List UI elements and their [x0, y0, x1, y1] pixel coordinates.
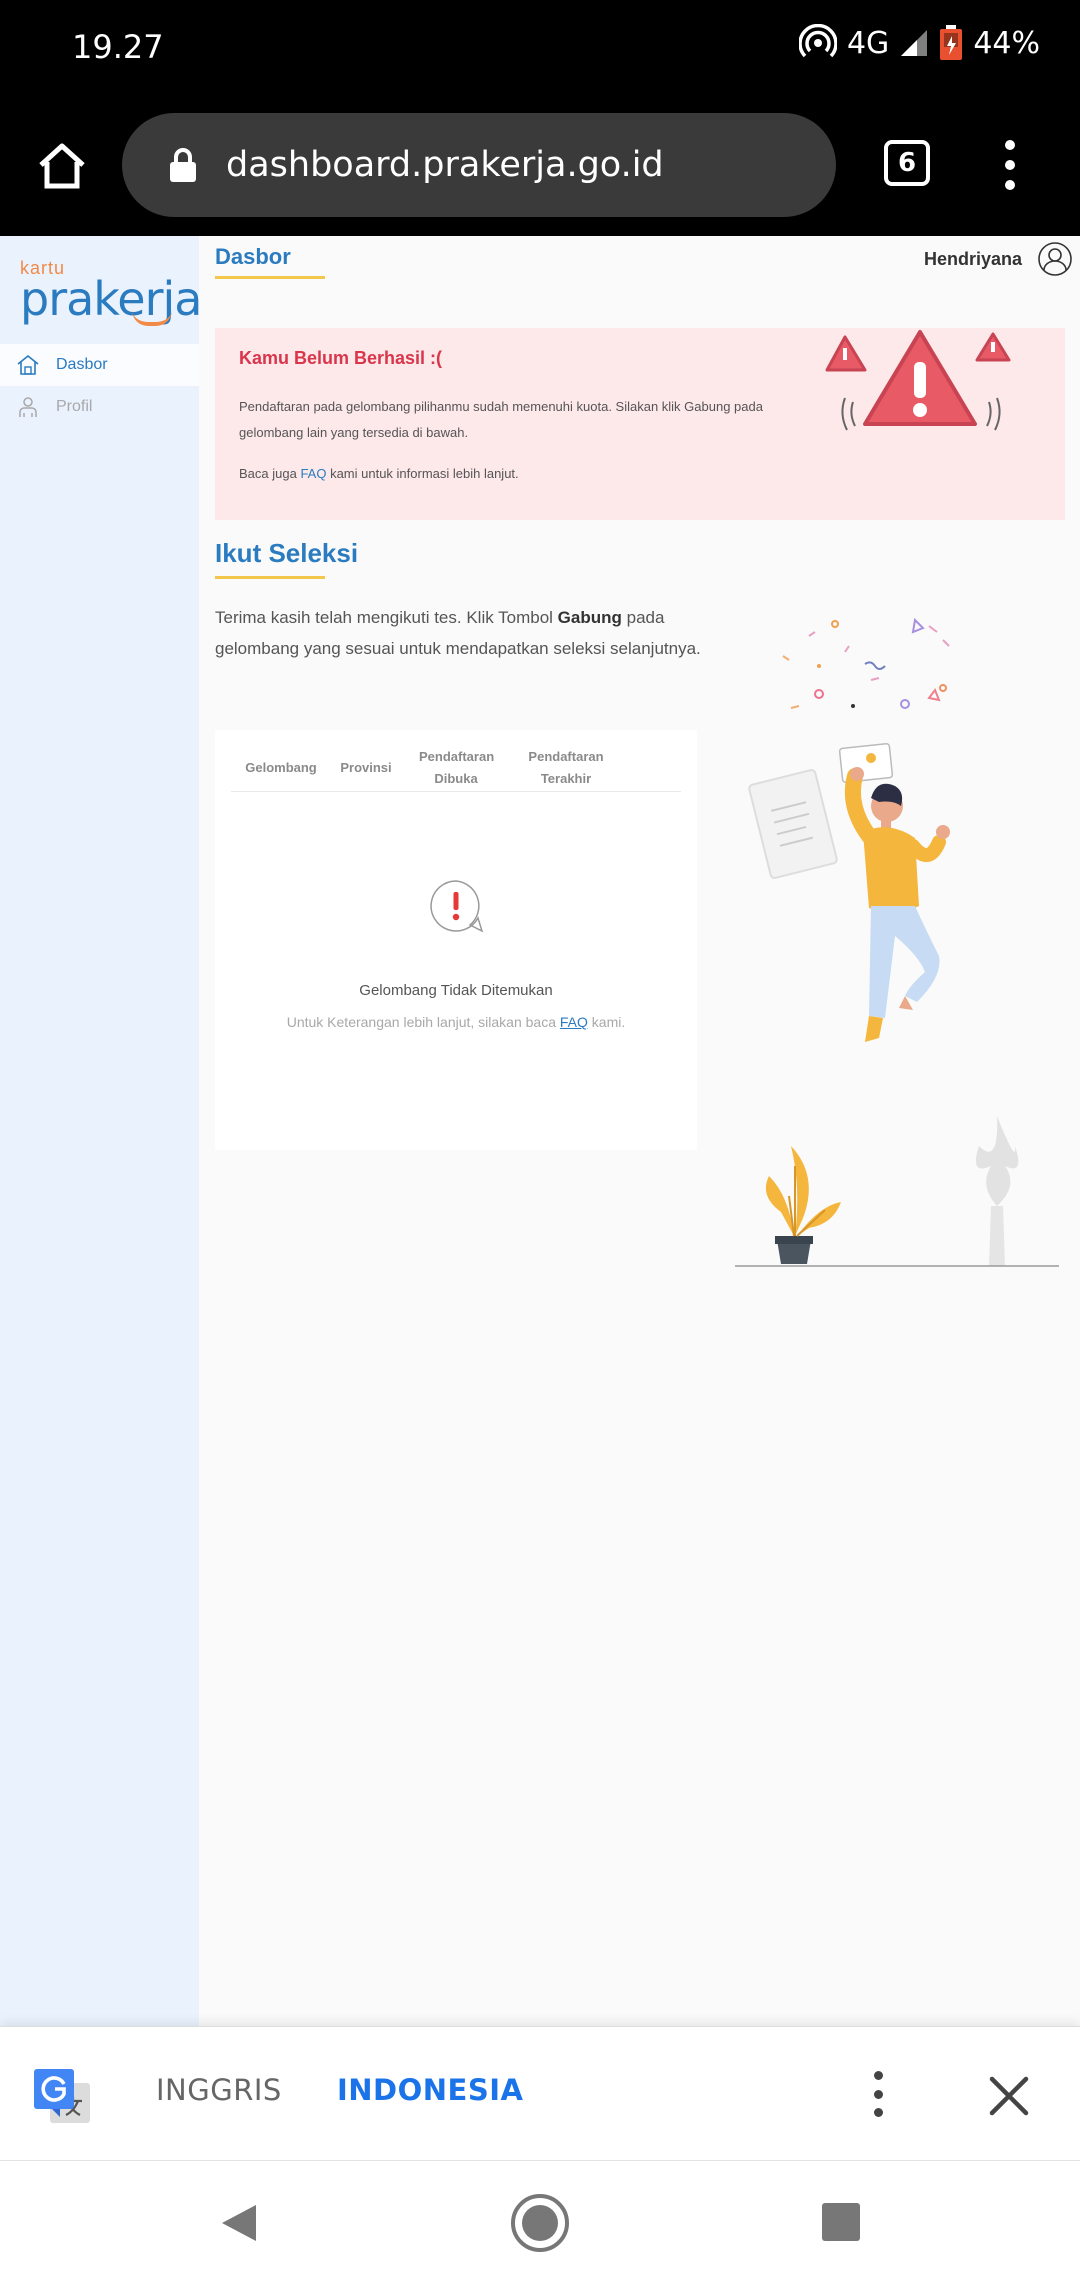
battery-percent: 44% — [973, 25, 1040, 61]
failure-alert: Kamu Belum Berhasil :( Pendaftaran pada … — [215, 328, 1065, 520]
page-title: Dasbor — [215, 244, 291, 269]
home-icon — [39, 143, 85, 189]
menu-dot — [1005, 180, 1015, 190]
menu-dot — [1005, 160, 1015, 170]
username: Hendriyana — [923, 248, 1022, 269]
empty-sub-prefix: Untuk Keterangan lebih lanjut, silakan b… — [286, 1014, 560, 1030]
intro-prefix: Terima kasih telah mengikuti tes. Klik T… — [215, 608, 558, 627]
browser-menu-button[interactable] — [990, 140, 1030, 190]
main-content: Dasbor Hendriyana Kamu Belum Berhasil :(… — [199, 236, 1080, 2026]
sidebar-item-label: Profil — [56, 398, 93, 415]
sidebar-item-label: Dasbor — [56, 356, 108, 373]
lock-icon — [168, 147, 198, 183]
column-header: Pendaftaran Dibuka — [419, 748, 495, 786]
prakerja-logo[interactable]: kartu prakerja — [20, 258, 202, 326]
warning-illustration — [825, 312, 1025, 467]
address-bar[interactable]: dashboard.prakerja.go.id — [122, 113, 836, 217]
sidebar-item-dasbor[interactable]: Dasbor — [0, 344, 199, 386]
menu-dot — [873, 2108, 883, 2117]
web-page: kartu prakerja Dasbor Profil Dasbor Hend… — [0, 236, 1080, 2026]
empty-sub-suffix: kami. — [587, 1014, 626, 1030]
tab-switcher-button[interactable]: 6 — [884, 140, 930, 186]
user-menu[interactable]: Hendriyana — [924, 242, 1072, 276]
home-circle-icon — [511, 2194, 569, 2252]
source-language-button[interactable]: INGGRIS — [156, 2073, 282, 2107]
signal-icon — [899, 28, 929, 58]
home-icon — [17, 354, 39, 375]
section-underline — [215, 576, 325, 579]
profile-icon — [19, 397, 37, 417]
column-header: Gelombang — [245, 759, 317, 775]
network-label: 4G — [846, 25, 890, 61]
celebration-illustration — [729, 606, 1065, 1281]
url-text: dashboard.prakerja.go.id — [226, 145, 664, 185]
status-icons: 4G 44% — [798, 24, 1040, 62]
column-header: Provinsi — [340, 759, 392, 775]
browser-toolbar: dashboard.prakerja.go.id 6 — [0, 110, 1080, 236]
translate-bar: INGGRIS INDONESIA — [0, 2026, 1080, 2160]
title-underline — [215, 276, 325, 279]
menu-dot — [873, 2071, 883, 2080]
status-bar: 19.27 4G 44% — [0, 0, 1080, 110]
menu-dot — [873, 2089, 883, 2099]
menu-dot — [1005, 140, 1015, 150]
back-button[interactable] — [216, 2201, 260, 2250]
empty-state-subtitle: Untuk Keterangan lebih lanjut, silakan b… — [215, 1014, 697, 1030]
sidebar: kartu prakerja Dasbor Profil — [0, 236, 202, 2026]
empty-state-icon — [428, 878, 484, 933]
battery-icon — [939, 25, 963, 61]
target-language-button[interactable]: INDONESIA — [337, 2073, 524, 2107]
google-translate-icon — [32, 2067, 92, 2127]
close-icon — [989, 2076, 1029, 2116]
recent-apps-button[interactable] — [822, 2203, 860, 2241]
empty-state-title: Gelombang Tidak Ditemukan — [359, 982, 553, 999]
alert-faq-suffix: kami untuk informasi lebih lanjut. — [326, 466, 519, 481]
column-header: Pendaftaran Terakhir — [528, 748, 604, 786]
clock: 19.27 — [72, 28, 164, 66]
navigation-bar — [0, 2160, 1080, 2280]
browser-home-button[interactable] — [28, 132, 96, 200]
intro-bold: Gabung — [557, 608, 622, 627]
intro-text: Terima kasih telah mengikuti tes. Klik T… — [215, 602, 705, 664]
back-icon — [222, 2205, 256, 2241]
translate-more-button[interactable] — [868, 2071, 888, 2117]
faq-link[interactable]: FAQ — [560, 1014, 588, 1030]
logo-prakerja: prakerja — [20, 272, 202, 326]
alert-faq-text: Baca juga FAQ kami untuk informasi lebih… — [239, 466, 519, 481]
alert-faq-prefix: Baca juga — [239, 466, 301, 481]
home-nav-button[interactable] — [510, 2193, 570, 2258]
faq-link[interactable]: FAQ — [300, 466, 326, 481]
alert-body: Pendaftaran pada gelombang pilihanmu sud… — [239, 399, 763, 440]
alert-title: Kamu Belum Berhasil :( — [239, 348, 443, 368]
tab-count: 6 — [897, 148, 917, 178]
section-title: Ikut Seleksi — [215, 538, 359, 568]
sidebar-item-profil[interactable]: Profil — [0, 386, 199, 428]
translate-close-button[interactable] — [986, 2073, 1032, 2119]
user-avatar-icon — [1038, 242, 1072, 276]
table-header: Gelombang Provinsi Pendaftaran Dibuka Pe… — [231, 744, 681, 792]
wave-table-card: Gelombang Provinsi Pendaftaran Dibuka Pe… — [215, 730, 697, 1150]
hotspot-icon — [798, 24, 837, 62]
